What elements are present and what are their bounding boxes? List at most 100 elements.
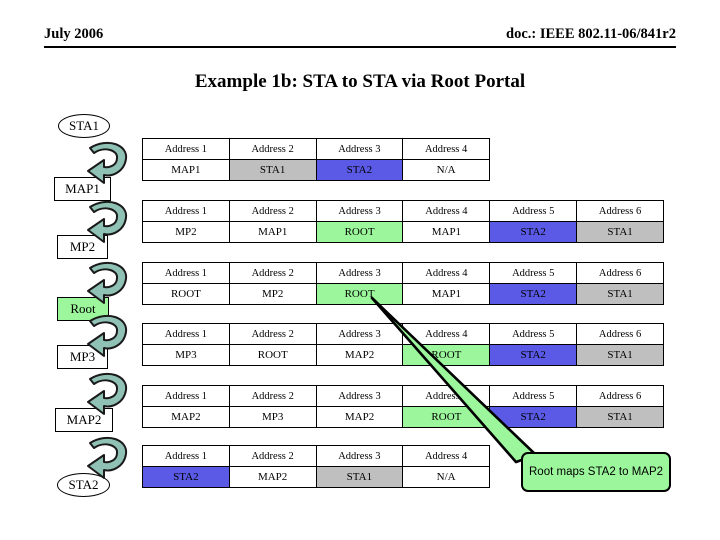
address-cell: MP2	[228, 283, 317, 305]
node-mp2: MP2	[57, 235, 108, 259]
table-header-row: Address 1 Address 2 Address 3 Address 4	[142, 138, 490, 160]
address-cell: STA2	[489, 344, 578, 366]
column-header: Address 2	[228, 445, 317, 467]
column-header: Address 3	[315, 445, 404, 467]
address-cell: STA2	[142, 466, 230, 488]
address-cell: MAP2	[142, 406, 230, 428]
table-header-row: Address 1 Address 2 Address 3 Address 4 …	[142, 385, 664, 407]
column-header: Address 4	[402, 323, 491, 345]
address-cell: MAP2	[228, 466, 317, 488]
table-header-row: Address 1 Address 2 Address 3 Address 4 …	[142, 262, 664, 284]
table-header-row: Address 1 Address 2 Address 3 Address 4	[142, 445, 490, 467]
column-header: Address 1	[142, 200, 230, 222]
address-cell: STA1	[315, 466, 404, 488]
column-header: Address 4	[402, 200, 491, 222]
address-table-4: Address 1 Address 2 Address 3 Address 4 …	[142, 323, 664, 366]
node-sta1: STA1	[58, 114, 110, 138]
address-cell: STA1	[576, 344, 664, 366]
address-cell: MAP2	[315, 344, 404, 366]
address-table-6: Address 1 Address 2 Address 3 Address 4 …	[142, 445, 490, 488]
address-cell: MAP1	[402, 283, 491, 305]
column-header: Address 1	[142, 385, 230, 407]
node-label: MAP1	[65, 181, 100, 196]
table-row: MP2 MAP1 ROOT MAP1 STA2 STA1	[142, 221, 664, 243]
table-row: STA2 MAP2 STA1 N/A	[142, 466, 490, 488]
address-cell: N/A	[402, 466, 490, 488]
node-label: STA1	[68, 118, 100, 133]
column-header: Address 2	[228, 323, 317, 345]
address-cell: MAP1	[142, 159, 230, 181]
table-row: MP3 ROOT MAP2 ROOT STA2 STA1	[142, 344, 664, 366]
column-header: Address 4	[402, 138, 490, 160]
column-header: Address 3	[315, 262, 404, 284]
column-header: Address 2	[228, 262, 317, 284]
column-header: Address 2	[228, 200, 317, 222]
address-cell: ROOT	[315, 221, 404, 243]
node-map1: MAP1	[54, 177, 111, 201]
address-cell: STA2	[315, 159, 404, 181]
callout-pointer	[370, 296, 538, 464]
address-cell: MP3	[228, 406, 317, 428]
node-label: STA2	[68, 477, 99, 492]
header-docref: doc.: IEEE 802.11-06/841r2	[506, 26, 676, 42]
column-header: Address 6	[576, 385, 664, 407]
address-cell: STA1	[576, 221, 664, 243]
column-header: Address 5	[489, 262, 578, 284]
column-header: Address 1	[142, 445, 230, 467]
address-cell: STA2	[489, 406, 578, 428]
column-header: Address 5	[489, 323, 578, 345]
column-header: Address 6	[576, 262, 664, 284]
node-root: Root	[57, 297, 109, 321]
address-cell: MAP1	[402, 221, 491, 243]
address-cell: MP2	[142, 221, 230, 243]
table-row: ROOT MP2 ROOT MAP1 STA2 STA1	[142, 283, 664, 305]
header-divider	[44, 46, 676, 48]
column-header: Address 3	[315, 323, 404, 345]
address-cell: MAP1	[228, 221, 317, 243]
column-header: Address 4	[402, 262, 491, 284]
node-map2: MAP2	[55, 408, 113, 432]
address-cell: STA1	[576, 283, 664, 305]
column-header: Address 4	[402, 385, 491, 407]
header-date: July 2006	[44, 26, 104, 42]
node-mp3: MP3	[57, 345, 108, 369]
column-header: Address 3	[315, 385, 404, 407]
column-header: Address 5	[489, 385, 578, 407]
column-header: Address 5	[489, 200, 578, 222]
address-cell: ROOT	[228, 344, 317, 366]
column-header: Address 1	[142, 262, 230, 284]
callout-text: Root maps STA2 to MAP2	[529, 465, 664, 478]
address-cell: MP3	[142, 344, 230, 366]
table-header-row: Address 1 Address 2 Address 3 Address 4 …	[142, 323, 664, 345]
slide-page: July 2006 doc.: IEEE 802.11-06/841r2 Exa…	[0, 0, 720, 540]
address-cell: STA2	[489, 221, 578, 243]
address-cell: ROOT	[402, 344, 491, 366]
address-cell: STA1	[576, 406, 664, 428]
page-title: Example 1b: STA to STA via Root Portal	[194, 71, 526, 92]
node-label: MAP2	[66, 412, 102, 427]
column-header: Address 6	[576, 323, 664, 345]
address-cell: ROOT	[315, 283, 404, 305]
column-header: Address 1	[142, 138, 230, 160]
address-cell: STA1	[228, 159, 317, 181]
address-cell: N/A	[402, 159, 490, 181]
column-header: Address 2	[228, 138, 317, 160]
node-sta2: STA2	[57, 473, 110, 497]
address-cell: ROOT	[142, 283, 230, 305]
address-table-5: Address 1 Address 2 Address 3 Address 4 …	[142, 385, 664, 428]
table-row: MAP2 MP3 MAP2 ROOT STA2 STA1	[142, 406, 664, 428]
callout-box: Root maps STA2 to MAP2	[521, 452, 671, 492]
column-header: Address 3	[315, 138, 404, 160]
table-header-row: Address 1 Address 2 Address 3 Address 4 …	[142, 200, 664, 222]
slide-header: July 2006 doc.: IEEE 802.11-06/841r2	[44, 26, 676, 50]
column-header: Address 2	[228, 385, 317, 407]
address-table-3: Address 1 Address 2 Address 3 Address 4 …	[142, 262, 664, 305]
column-header: Address 1	[142, 323, 230, 345]
column-header: Address 4	[402, 445, 490, 467]
column-header: Address 6	[576, 200, 664, 222]
address-cell: STA2	[489, 283, 578, 305]
address-cell: MAP2	[315, 406, 404, 428]
column-header: Address 3	[315, 200, 404, 222]
address-cell: ROOT	[402, 406, 491, 428]
table-row: MAP1 STA1 STA2 N/A	[142, 159, 490, 181]
